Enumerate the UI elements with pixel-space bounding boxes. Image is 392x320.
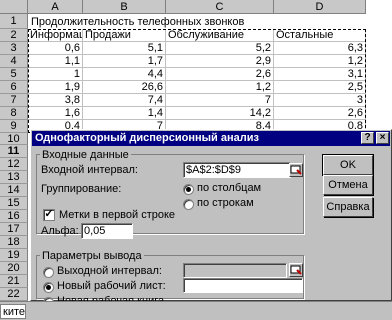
output-range-radio[interactable] [43, 267, 54, 278]
row-header-16[interactable]: 16 [0, 210, 28, 223]
anova-dialog: Однофакторный дисперсионный анализ ? × В… [30, 129, 392, 308]
data-cell[interactable]: 3 [274, 94, 366, 107]
data-cell[interactable]: 1 [28, 68, 83, 81]
by-columns-label[interactable]: по столбцам [197, 181, 261, 195]
row-header-1[interactable]: 1 [0, 14, 28, 29]
data-cell[interactable]: 1,9 [28, 81, 83, 94]
data-cell[interactable]: 6,3 [274, 42, 366, 55]
data-cell[interactable]: 14,2 [166, 107, 274, 120]
column-header-c[interactable]: C [166, 0, 274, 14]
data-cell[interactable]: 3,1 [274, 68, 366, 81]
labels-first-row-label[interactable]: Метки в первой строке [59, 208, 175, 222]
output-range-label[interactable]: Выходной интервал: [57, 264, 162, 278]
range-select-icon [290, 265, 302, 275]
row-header-7[interactable]: 7 [0, 94, 28, 107]
data-cell[interactable]: 2,9 [166, 55, 274, 68]
column-header-b[interactable]: B [83, 0, 166, 14]
alpha-field[interactable]: 0,05 [81, 223, 133, 239]
row-header-22[interactable]: 22 [0, 288, 28, 301]
select-all-corner[interactable] [0, 0, 28, 14]
data-cell[interactable]: 2,6 [166, 68, 274, 81]
data-cell[interactable]: 5,2 [166, 42, 274, 55]
ok-button[interactable]: OK [322, 154, 374, 176]
row-header-20[interactable]: 20 [0, 262, 28, 275]
row-header-13[interactable]: 13 [0, 171, 28, 184]
range-select-icon [290, 165, 302, 175]
grouping-label: Группирование: [41, 183, 122, 195]
row-header-21[interactable]: 21 [0, 275, 28, 288]
sheet-tab-bar: ките [0, 301, 392, 320]
row-header-8[interactable]: 8 [0, 107, 28, 120]
row-header-2[interactable]: 2 [0, 29, 28, 42]
close-title-button[interactable]: × [376, 132, 389, 144]
row-header-10[interactable]: 10 [0, 133, 28, 145]
data-cell[interactable]: 7 [166, 94, 274, 107]
cancel-button[interactable]: Отмена [323, 175, 373, 195]
by-rows-radio[interactable] [183, 199, 194, 210]
column-header-a[interactable]: A [28, 0, 83, 14]
data-cell[interactable]: 4,4 [83, 68, 166, 81]
row-header-6[interactable]: 6 [0, 81, 28, 94]
new-sheet-field[interactable] [183, 278, 303, 293]
help-button[interactable]: Справка [323, 197, 373, 217]
new-sheet-label[interactable]: Новый рабочий лист: [57, 279, 166, 293]
data-cell[interactable]: 1,2 [166, 81, 274, 94]
data-cell[interactable]: 1,7 [83, 55, 166, 68]
data-cell[interactable]: 3,8 [28, 94, 83, 107]
by-columns-radio[interactable] [183, 184, 194, 195]
alpha-label: Альфа: [41, 225, 79, 237]
data-cell[interactable]: 1,1 [28, 55, 83, 68]
sheet-title-cell[interactable]: Продолжительность телефонных звонков [29, 15, 244, 29]
data-cell[interactable]: 1,6 [28, 107, 83, 120]
data-cell[interactable]: 0,6 [28, 42, 83, 55]
row-header-12[interactable]: 12 [0, 158, 28, 171]
row-header-5[interactable]: 5 [0, 68, 28, 81]
output-range-field[interactable] [183, 263, 287, 278]
input-range-field[interactable]: $A$2:$D$9 [183, 162, 291, 178]
input-data-group-title: Входные данные [40, 149, 131, 161]
row-header-19[interactable]: 19 [0, 249, 28, 262]
data-cell[interactable]: 7,4 [83, 94, 166, 107]
row-header-17[interactable]: 17 [0, 223, 28, 236]
sheet-tab[interactable]: ките [0, 304, 26, 319]
data-cell[interactable]: 1,4 [83, 107, 166, 120]
header-cell-info[interactable]: Информация [28, 29, 83, 42]
dialog-title: Однофакторный дисперсионный анализ [35, 132, 259, 144]
column-header-d[interactable]: D [274, 0, 366, 14]
input-range-collapse-button[interactable] [289, 163, 303, 177]
row-header-3[interactable]: 3 [0, 42, 28, 55]
data-cell[interactable]: 26,6 [83, 81, 166, 94]
row-header-18[interactable]: 18 [0, 236, 28, 249]
new-sheet-radio[interactable] [43, 282, 54, 293]
output-range-collapse-button[interactable] [289, 263, 303, 277]
header-cell-other[interactable]: Остальные [274, 29, 366, 42]
help-title-button[interactable]: ? [361, 132, 374, 144]
labels-first-row-checkbox[interactable]: ✓ [43, 209, 55, 221]
row-header-9[interactable]: 9 [0, 120, 28, 133]
input-range-label: Входной интервал: [41, 164, 138, 176]
row-header-15[interactable]: 15 [0, 197, 28, 210]
header-cell-service[interactable]: Обслуживание [166, 29, 274, 42]
row-header-11[interactable]: 11 [0, 145, 28, 158]
dialog-titlebar[interactable]: Однофакторный дисперсионный анализ ? × [32, 131, 390, 146]
data-cell[interactable]: 5,1 [83, 42, 166, 55]
row-header-4[interactable]: 4 [0, 55, 28, 68]
data-cell[interactable]: 2,6 [274, 107, 366, 120]
output-options-group-title: Параметры вывода [40, 250, 144, 262]
by-rows-label[interactable]: по строкам [197, 196, 254, 210]
data-cell[interactable]: 2,5 [274, 81, 366, 94]
data-cell[interactable]: 1,2 [274, 55, 366, 68]
header-cell-sales[interactable]: Продажи [83, 29, 166, 42]
row-header-14[interactable]: 14 [0, 184, 28, 197]
